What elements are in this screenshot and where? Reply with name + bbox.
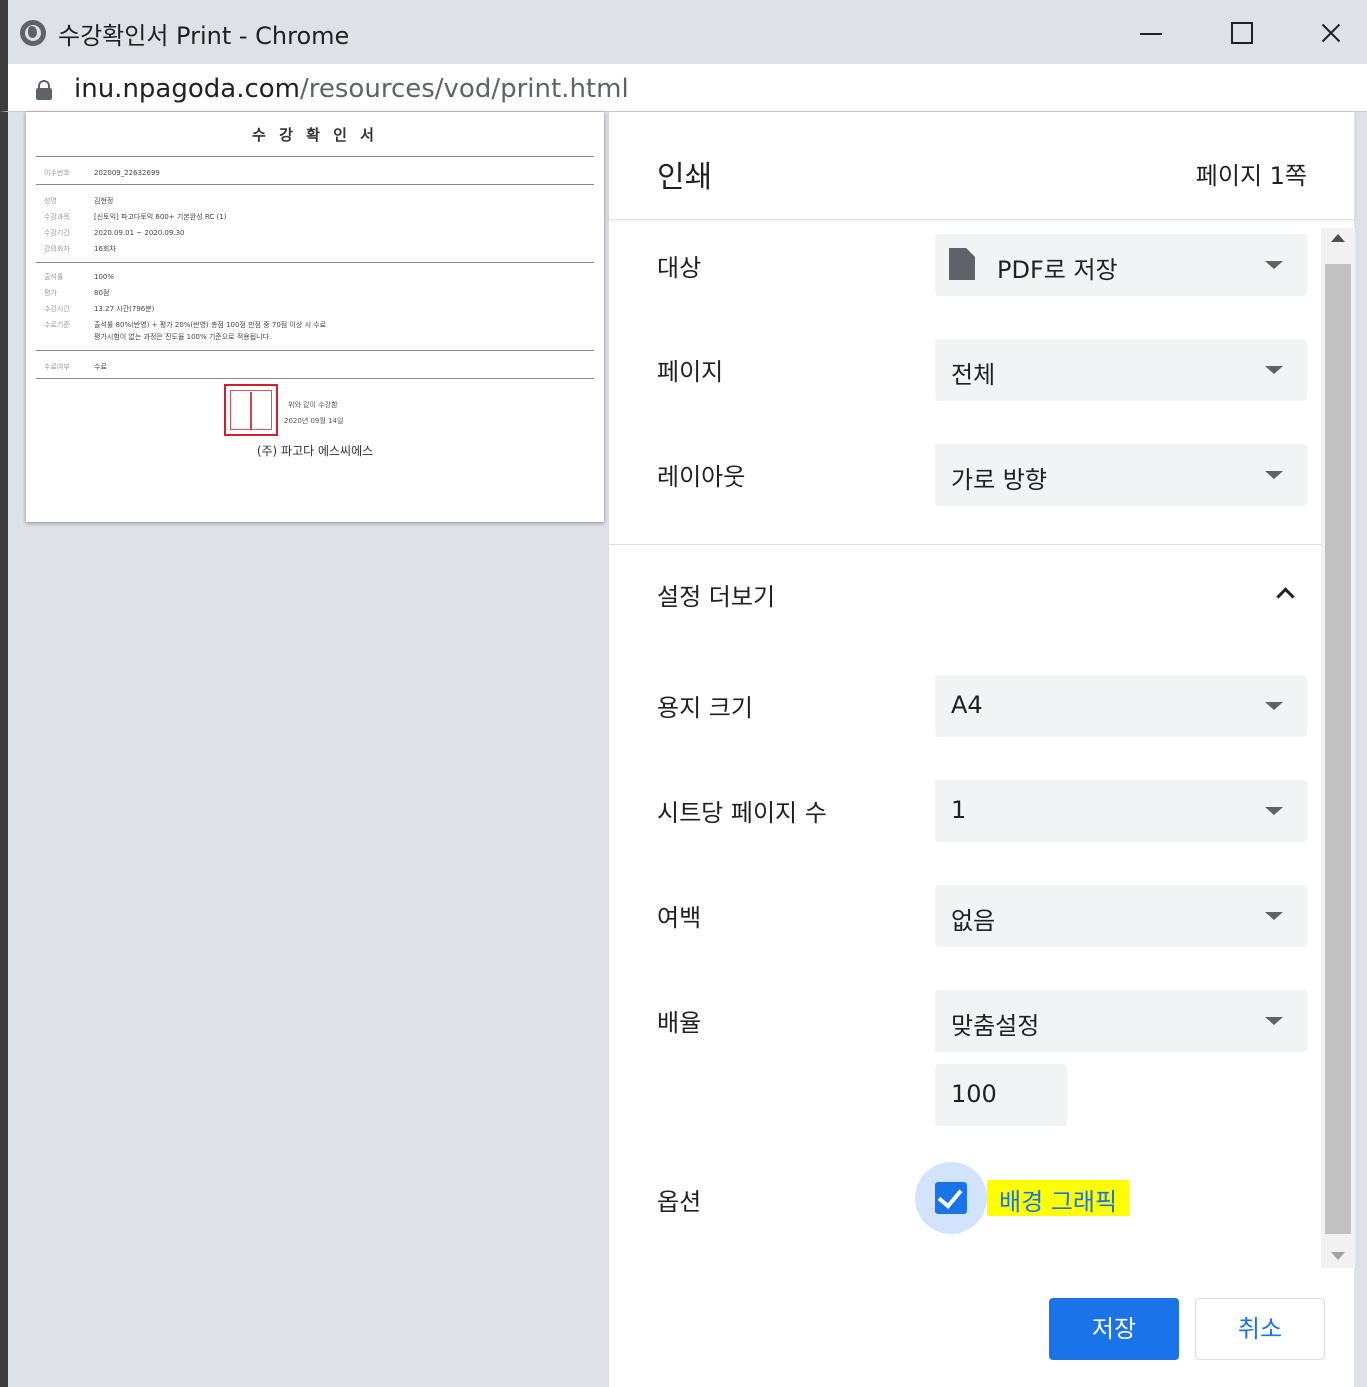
url-text: inu.npagoda.com/resources/vod/print.html (74, 74, 629, 104)
dropdown-arrow-icon (1265, 807, 1283, 815)
preview-company-name: (주) 파고다 에스씨에스 (256, 444, 374, 458)
preview-row: 출석률 100% (44, 273, 115, 281)
company-seal-stamp (224, 384, 278, 436)
paper-size-value: A4 (951, 691, 983, 719)
layout-select[interactable]: 가로 방향 (935, 444, 1307, 506)
scroll-up-arrow-icon[interactable] (1331, 234, 1345, 242)
pages-value: 전체 (951, 361, 996, 389)
scale-value: 맞춤설정 (951, 1012, 1040, 1040)
scroll-down-arrow-icon[interactable] (1331, 1252, 1345, 1260)
pdf-file-icon (949, 248, 975, 280)
background-graphics-label[interactable]: 배경 그래픽 (987, 1180, 1130, 1216)
pages-select[interactable]: 전체 (935, 339, 1307, 401)
scale-select[interactable]: 맞춤설정 (935, 990, 1307, 1052)
address-bar: inu.npagoda.com/resources/vod/print.html (0, 64, 1367, 112)
dropdown-arrow-icon (1265, 366, 1283, 374)
preview-row: 수강시간 13.27 시간(796분) (44, 305, 155, 313)
scale-input[interactable]: 100 (935, 1064, 1067, 1126)
margins-select[interactable]: 없음 (935, 885, 1307, 947)
print-settings-panel: 인쇄 페이지 1쪽 대상 PDF로 저장 페이지 전체 레이아웃 가로 방향 설… (608, 112, 1367, 1387)
margins-label: 여백 (657, 904, 702, 932)
url-path: /resources/vod/print.html (300, 74, 629, 104)
window-border (1355, 112, 1367, 1387)
section-divider (609, 544, 1321, 545)
preview-divider (36, 378, 594, 379)
destination-label: 대상 (657, 254, 702, 282)
dropdown-arrow-icon (1265, 912, 1283, 920)
lock-icon (36, 80, 52, 100)
preview-divider (36, 156, 594, 157)
preview-row: 강의회차 16회차 (44, 245, 116, 253)
window-titlebar: 수강확인서 Print - Chrome (0, 0, 1367, 64)
options-label: 옵션 (657, 1188, 702, 1216)
close-window-button[interactable] (1300, 10, 1360, 54)
pages-label: 페이지 (657, 358, 724, 386)
cancel-button[interactable]: 취소 (1195, 1298, 1325, 1360)
destination-value: PDF로 저장 (997, 256, 1118, 284)
layout-label: 레이아웃 (657, 463, 746, 491)
preview-divider (36, 262, 594, 263)
print-title: 인쇄 (657, 160, 713, 195)
preview-row: 수강기간 2020.09.01 ~ 2020.09.30 (44, 229, 185, 237)
minimize-button[interactable] (1120, 10, 1180, 54)
preview-row: 수강과목 [신토익] 파고다토익 600+ 기본완성 RC (1) (44, 213, 227, 221)
chevron-up-icon[interactable] (1275, 584, 1293, 602)
globe-icon (20, 20, 46, 46)
background-graphics-checkbox[interactable] (935, 1182, 967, 1214)
destination-select[interactable]: PDF로 저장 (935, 234, 1307, 296)
pages-per-sheet-label: 시트당 페이지 수 (657, 799, 827, 827)
preview-row: 수료여부 수료 (44, 363, 107, 371)
dropdown-arrow-icon (1265, 702, 1283, 710)
preview-row: 평가 80점 (44, 289, 110, 297)
maximize-button[interactable] (1210, 10, 1270, 54)
preview-divider (36, 350, 594, 351)
preview-row: 수료기준 출석률 80%(반영) + 평가 20%(반영) 총점 100점 만점 … (44, 321, 327, 329)
settings-scrollbar[interactable] (1321, 228, 1355, 1268)
preview-sign-date: 2020년 09월 14일 (284, 417, 344, 425)
url-host: inu.npagoda.com (74, 74, 301, 104)
preview-row: 평가시험이 없는 과정은 진도율 100% 기준으로 적용됩니다. (94, 333, 272, 341)
print-preview-area: 수 강 확 인 서 이수번호 202009_22632699 성명 김현정 수강과목… (8, 112, 608, 1387)
pages-per-sheet-value: 1 (951, 796, 967, 824)
preview-divider (36, 184, 594, 185)
layout-value: 가로 방향 (951, 466, 1047, 494)
print-header: 인쇄 페이지 1쪽 (609, 112, 1355, 220)
dropdown-arrow-icon (1265, 1017, 1283, 1025)
window-border (0, 112, 8, 1387)
preview-row: 성명 김현정 (44, 197, 114, 205)
preview-row: 이수번호 202009_22632699 (44, 169, 160, 177)
paper-size-label: 용지 크기 (657, 694, 753, 722)
save-button[interactable]: 저장 (1049, 1298, 1179, 1360)
dropdown-arrow-icon (1265, 261, 1283, 269)
window-title: 수강확인서 Print - Chrome (58, 22, 350, 50)
pages-per-sheet-select[interactable]: 1 (935, 780, 1307, 842)
dropdown-arrow-icon (1265, 471, 1283, 479)
more-settings-toggle[interactable]: 설정 더보기 (657, 577, 775, 612)
scale-label: 배율 (657, 1009, 702, 1037)
preview-page: 수 강 확 인 서 이수번호 202009_22632699 성명 김현정 수강과목… (26, 112, 604, 522)
scrollbar-thumb[interactable] (1325, 264, 1351, 1234)
page-count: 페이지 1쪽 (1195, 162, 1307, 190)
margins-value: 없음 (951, 907, 996, 935)
preview-sign-text: 위와 같이 수강함 (288, 401, 338, 409)
preview-doc-title: 수 강 확 인 서 (252, 126, 378, 144)
scale-number: 100 (951, 1080, 997, 1108)
paper-size-select[interactable]: A4 (935, 675, 1307, 737)
